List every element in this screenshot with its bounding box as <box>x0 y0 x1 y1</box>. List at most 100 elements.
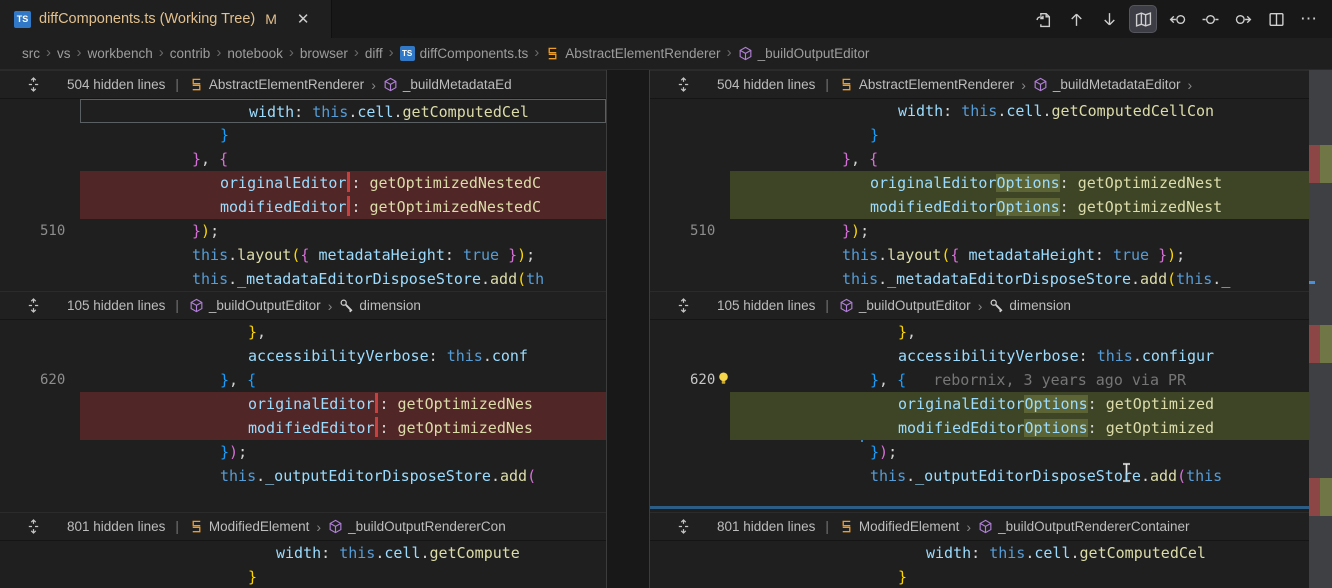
code-line[interactable]: width: this.cell.getComputedCel <box>0 99 606 123</box>
editor-tab[interactable]: TS diffComponents.ts (Working Tree) M ✕ <box>0 0 332 38</box>
hidden-lines-count: 504 hidden lines <box>717 77 815 92</box>
header-symbol-label[interactable]: ModifiedElement <box>859 519 960 534</box>
unfold-icon[interactable] <box>26 298 41 313</box>
code-line[interactable]: this._outputEditorDisposeStore.add( <box>0 464 606 488</box>
code-text: accessibilityVerbose: this.conf <box>80 344 606 368</box>
code-line[interactable]: originalEditorOptions: getOptimizedNest <box>650 171 1309 195</box>
code-line[interactable]: 620}, { <box>0 368 606 392</box>
header-symbol-label[interactable]: _buildOutputEditor <box>859 298 971 313</box>
header-symbol-label[interactable]: AbstractElementRenderer <box>859 77 1014 92</box>
code-line[interactable]: modifiedEditor: getOptimizedNes <box>0 416 606 440</box>
split-editor-icon[interactable] <box>1263 6 1289 32</box>
header-symbol-label[interactable]: _buildMetadataEditor <box>1053 77 1181 92</box>
breadcrumb-item-notebook[interactable]: notebook <box>227 46 283 61</box>
header-symbol-label[interactable]: AbstractElementRenderer <box>209 77 364 92</box>
hidden-lines-header[interactable]: 801 hidden lines|ModifiedElement›_buildO… <box>0 512 606 541</box>
unfold-icon[interactable] <box>676 519 691 534</box>
code-line[interactable]: } <box>650 123 1309 147</box>
code-line[interactable]: }, { <box>0 147 606 171</box>
code-line[interactable]: this._metadataEditorDisposeStore.add(thi… <box>650 267 1309 291</box>
header-separator: | <box>825 519 829 534</box>
unfold-icon[interactable] <box>676 298 691 313</box>
code-line[interactable]: } <box>0 565 606 588</box>
code-line[interactable] <box>0 488 606 512</box>
code-line[interactable]: }); <box>650 440 1309 464</box>
hidden-lines-header[interactable]: 105 hidden lines|_buildOutputEditor›dime… <box>650 291 1309 320</box>
circle-icon[interactable] <box>1197 6 1223 32</box>
breadcrumb-item-contrib[interactable]: contrib <box>170 46 211 61</box>
breadcrumb-separator-icon: › <box>534 44 539 61</box>
hidden-lines-header[interactable]: 105 hidden lines|_buildOutputEditor›dime… <box>0 291 606 320</box>
unfold-icon <box>26 519 41 534</box>
more-actions-icon[interactable]: ⋯ <box>1296 6 1322 32</box>
tab-close-icon[interactable]: ✕ <box>293 8 314 30</box>
hidden-lines-header[interactable]: 801 hidden lines|ModifiedElement›_buildO… <box>650 512 1309 541</box>
unfold-icon <box>676 298 691 313</box>
code-line[interactable]: originalEditor: getOptimizedNestedC <box>0 171 606 195</box>
diff-overview-mark <box>1309 145 1332 183</box>
code-text: }); <box>80 219 606 243</box>
previous-change-icon[interactable] <box>1063 6 1089 32</box>
header-symbol-label[interactable]: _buildOutputRendererContainer <box>998 519 1189 534</box>
code-line[interactable]: this.layout({ metadataHeight: true }); <box>0 243 606 267</box>
arrow-circle-right-icon[interactable] <box>1230 6 1256 32</box>
breadcrumb-item-browser[interactable]: browser <box>300 46 348 61</box>
header-symbol-label[interactable]: ModifiedElement <box>209 519 310 534</box>
header-symbol-label[interactable]: _buildOutputRendererCon <box>348 519 506 534</box>
line-number <box>650 416 730 440</box>
code-line[interactable] <box>650 488 1309 512</box>
breadcrumb-item-abstractelementrenderer[interactable]: AbstractElementRenderer <box>545 46 720 61</box>
unfold-icon[interactable] <box>26 77 41 92</box>
code-line[interactable]: }, <box>0 320 606 344</box>
header-symbol-label[interactable]: dimension <box>359 298 421 313</box>
collapse-unchanged-regions-icon[interactable] <box>1129 5 1157 33</box>
next-change-icon[interactable] <box>1096 6 1122 32</box>
lightbulb-icon[interactable] <box>716 371 731 391</box>
breadcrumb-item-workbench[interactable]: workbench <box>88 46 153 61</box>
code-line[interactable]: originalEditorOptions: getOptimized <box>650 392 1309 416</box>
code-line[interactable]: } <box>650 565 1309 588</box>
hidden-lines-header[interactable]: 504 hidden lines|AbstractElementRenderer… <box>0 70 606 99</box>
code-line[interactable]: this._outputEditorDisposeStore.add(this <box>650 464 1309 488</box>
breadcrumb-item--buildoutputeditor[interactable]: _buildOutputEditor <box>738 46 870 61</box>
breadcrumb-label: diffComponents.ts <box>420 46 529 61</box>
typescript-file-icon: TS <box>14 11 31 28</box>
cursor-position-mark <box>1309 281 1315 284</box>
code-line[interactable]: width: this.cell.getCompute <box>0 541 606 565</box>
code-line[interactable]: this.layout({ metadataHeight: true }); <box>650 243 1309 267</box>
code-line[interactable]: 510}); <box>0 219 606 243</box>
breadcrumb-item-diff[interactable]: diff <box>365 46 383 61</box>
code-line[interactable]: width: this.cell.getComputedCellCon <box>650 99 1309 123</box>
header-symbol-label[interactable]: _buildOutputEditor <box>209 298 321 313</box>
breadcrumb-item-diffcomponents-ts[interactable]: TSdiffComponents.ts <box>400 46 529 61</box>
code-line[interactable]: }); <box>0 440 606 464</box>
code-line[interactable]: modifiedEditorOptions: getOptimizedNest <box>650 195 1309 219</box>
code-line[interactable]: width: this.cell.getComputedCel <box>650 541 1309 565</box>
code-line[interactable]: 620}, { rebornix, 3 years ago via PR <box>650 368 1309 392</box>
code-line[interactable]: 510}); <box>650 219 1309 243</box>
breadcrumb-item-src[interactable]: src <box>22 46 40 61</box>
symbol-class-icon <box>545 46 560 61</box>
header-symbol-label[interactable]: _buildMetadataEd <box>403 77 512 92</box>
code-line[interactable]: originalEditor: getOptimizedNes <box>0 392 606 416</box>
code-line[interactable]: }, <box>650 320 1309 344</box>
arrow-circle-left-icon[interactable] <box>1164 6 1190 32</box>
sash-divider[interactable] <box>607 70 649 588</box>
open-changes-icon[interactable] <box>1030 6 1056 32</box>
hidden-lines-header[interactable]: 504 hidden lines|AbstractElementRenderer… <box>650 70 1309 99</box>
code-line[interactable]: } <box>0 123 606 147</box>
breadcrumb-item-vs[interactable]: vs <box>57 46 71 61</box>
code-line[interactable]: modifiedEditor: getOptimizedNestedC <box>0 195 606 219</box>
git-modified-badge: M <box>265 11 277 27</box>
header-symbol-label[interactable]: dimension <box>1009 298 1071 313</box>
code-line[interactable]: accessibilityVerbose: this.configur <box>650 344 1309 368</box>
code-line[interactable]: }, { <box>650 147 1309 171</box>
code-line[interactable]: accessibilityVerbose: this.conf <box>0 344 606 368</box>
breadcrumb-label: _buildOutputEditor <box>758 46 870 61</box>
overview-ruler-scrollbar[interactable] <box>1309 70 1332 588</box>
code-line[interactable]: modifiedEditorOptions: getOptimized <box>650 416 1309 440</box>
code-line[interactable]: this._metadataEditorDisposeStore.add(th <box>0 267 606 291</box>
unfold-icon[interactable] <box>26 519 41 534</box>
line-number <box>0 243 80 267</box>
unfold-icon[interactable] <box>676 77 691 92</box>
